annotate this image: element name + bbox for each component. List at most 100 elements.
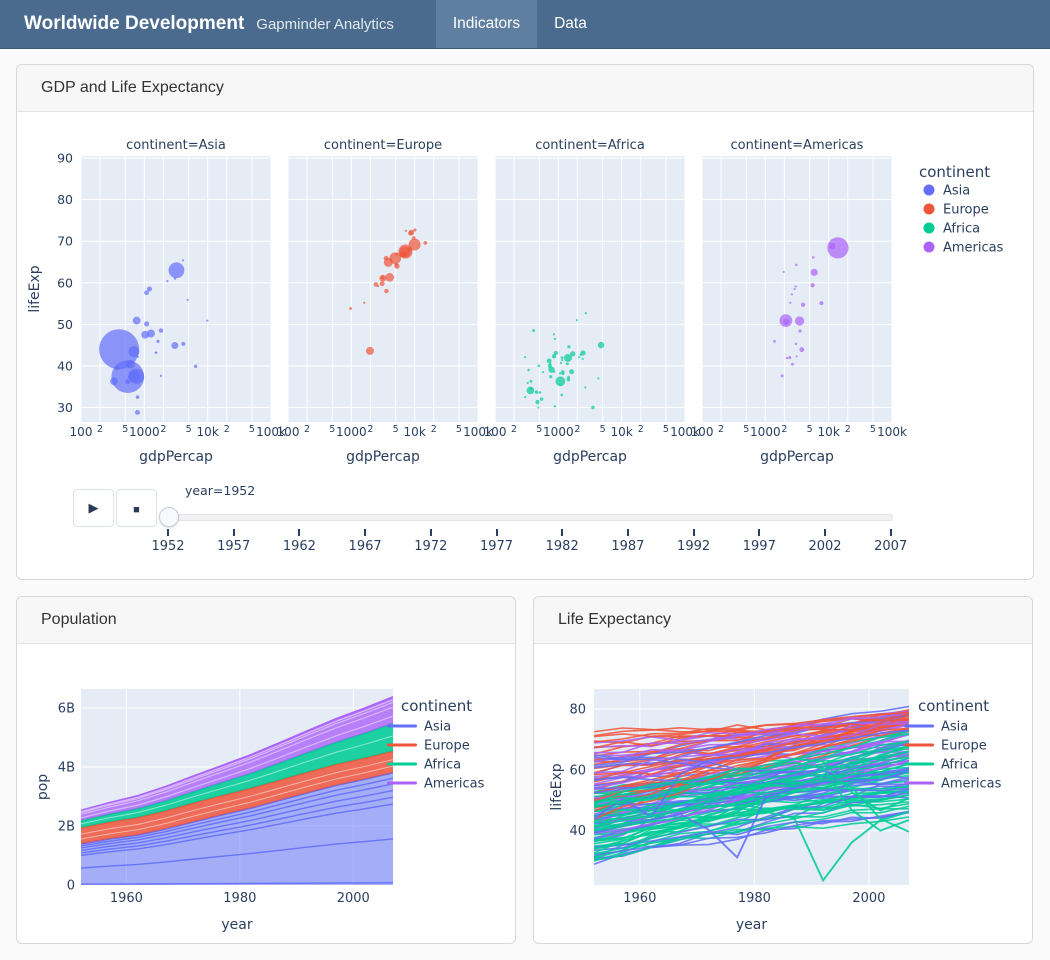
nav-tabs: Indicators Data: [436, 0, 604, 48]
stop-icon: ■: [133, 504, 140, 516]
legend-entry-asia[interactable]: Asia: [904, 720, 968, 735]
legend-entry-americas[interactable]: Americas: [387, 777, 485, 792]
facet-plot-area-asia[interactable]: [81, 156, 271, 422]
slider-year-1987: 1987: [611, 539, 644, 554]
slider-tick: [233, 529, 235, 536]
facet-title: continent=Africa: [535, 138, 645, 153]
y-tick-label: 30: [57, 400, 73, 415]
slider-year-2002: 2002: [808, 539, 841, 554]
x-axis-title: year: [736, 917, 767, 933]
year-slider-track[interactable]: [167, 514, 893, 521]
x-minor-tick: 2: [638, 424, 644, 435]
population-card-title: Population: [17, 597, 515, 644]
x-minor-tick: 2: [367, 424, 373, 435]
x-minor-tick: 5: [456, 424, 462, 435]
slider-tick: [167, 529, 169, 536]
x-minor-tick: 5: [329, 424, 335, 435]
tab-data[interactable]: Data: [537, 0, 604, 48]
x-tick-label: 10k: [404, 425, 426, 439]
x-minor-tick: 5: [807, 424, 813, 435]
facet-plot-area-europe[interactable]: [288, 156, 478, 422]
slider-year-1972: 1972: [414, 539, 447, 554]
x-minor-tick: 5: [249, 424, 255, 435]
slider-tick: [627, 529, 629, 536]
play-icon: ▶: [89, 500, 99, 515]
y-tick-label: 70: [57, 234, 73, 249]
navbar: Worldwide Development Gapminder Analytic…: [0, 0, 1050, 49]
legend-entry-africa[interactable]: Africa: [924, 222, 981, 237]
svg-text:Asia: Asia: [941, 720, 968, 735]
slider-year-1957: 1957: [217, 539, 250, 554]
slider-tick: [364, 529, 366, 536]
legend-entry-europe[interactable]: Europe: [904, 739, 987, 754]
y-tick-label: 60: [57, 275, 73, 290]
gdp-card-title: GDP and Life Expectancy: [17, 65, 1033, 112]
svg-text:Asia: Asia: [943, 184, 970, 199]
facet-title: continent=Americas: [731, 138, 864, 153]
x-axis-title: gdpPercap: [553, 449, 627, 465]
x-tick-label: 1980: [223, 891, 256, 906]
x-tick-label: 100: [70, 425, 93, 439]
svg-text:Africa: Africa: [941, 758, 978, 773]
svg-text:Africa: Africa: [943, 222, 980, 237]
y-axis-title: lifeExp: [549, 763, 565, 810]
slider-tick: [561, 529, 563, 536]
play-button[interactable]: ▶: [73, 489, 114, 527]
y-axis-title: lifeExp: [27, 265, 43, 312]
x-tick-label: 2000: [852, 891, 885, 906]
x-axis-title: gdpPercap: [139, 449, 213, 465]
life-expectancy-card: Life Expectancy 196019802000yearlifeExp4…: [533, 596, 1033, 944]
legend-title: continent: [918, 697, 989, 715]
year-slider-handle[interactable]: [159, 507, 179, 527]
slider-year-1967: 1967: [349, 539, 382, 554]
facet-plot-area-americas[interactable]: [702, 156, 892, 422]
y-tick-label: 60: [569, 763, 586, 778]
legend-entry-asia[interactable]: Asia: [924, 184, 971, 199]
legend-entry-europe[interactable]: Europe: [924, 203, 989, 218]
x-tick-label: 100: [691, 425, 714, 439]
x-minor-tick: 2: [304, 424, 310, 435]
legend-title: continent: [919, 163, 990, 181]
legend-entry-asia[interactable]: Asia: [387, 720, 451, 735]
x-minor-tick: 5: [743, 424, 749, 435]
x-minor-tick: 2: [97, 424, 103, 435]
x-axis-title: year: [221, 917, 252, 933]
x-axis-title: gdpPercap: [346, 449, 420, 465]
population-area-chart[interactable]: 196019802000yearpop02B4B6BcontinentAsiaE…: [17, 643, 515, 945]
legend-entry-europe[interactable]: Europe: [387, 739, 470, 754]
slider-year-1962: 1962: [283, 539, 316, 554]
x-tick-label: 10k: [611, 425, 633, 439]
x-tick-label: 1000: [543, 425, 574, 439]
y-tick-label: 2B: [58, 820, 75, 835]
x-minor-tick: 5: [122, 424, 128, 435]
y-tick-label: 0: [67, 879, 75, 894]
legend-entry-africa[interactable]: Africa: [904, 758, 978, 773]
x-tick-label: 1980: [738, 891, 771, 906]
x-minor-tick: 5: [536, 424, 542, 435]
y-tick-label: 4B: [58, 761, 75, 776]
legend-entry-americas[interactable]: Americas: [904, 777, 1002, 792]
x-tick-label: 100: [484, 425, 507, 439]
svg-text:Asia: Asia: [424, 720, 451, 735]
stop-button[interactable]: ■: [116, 489, 157, 527]
tab-indicators[interactable]: Indicators: [436, 0, 537, 48]
slider-tick: [758, 529, 760, 536]
legend-entry-americas[interactable]: Americas: [924, 241, 1004, 256]
slider-tick: [824, 529, 826, 536]
x-minor-tick: 2: [224, 424, 230, 435]
slider-year-1952: 1952: [151, 539, 184, 554]
slider-tick: [693, 529, 695, 536]
facet-plot-area-africa[interactable]: [495, 156, 685, 422]
y-tick-label: 80: [569, 703, 586, 718]
slider-year-1992: 1992: [677, 539, 710, 554]
slider-year-1982: 1982: [546, 539, 579, 554]
app-title: Worldwide Development: [24, 13, 244, 35]
legend-title: continent: [401, 697, 472, 715]
life-expectancy-line-chart[interactable]: 196019802000yearlifeExp406080continentAs…: [534, 643, 1032, 945]
facet-title: continent=Asia: [126, 138, 226, 153]
gdp-scatter-chart[interactable]: continent=Asia100100010k100k252525gdpPer…: [17, 111, 1033, 483]
svg-text:Europe: Europe: [424, 739, 470, 754]
x-minor-tick: 2: [511, 424, 517, 435]
legend-entry-africa[interactable]: Africa: [387, 758, 461, 773]
x-tick-label: 1960: [110, 891, 143, 906]
